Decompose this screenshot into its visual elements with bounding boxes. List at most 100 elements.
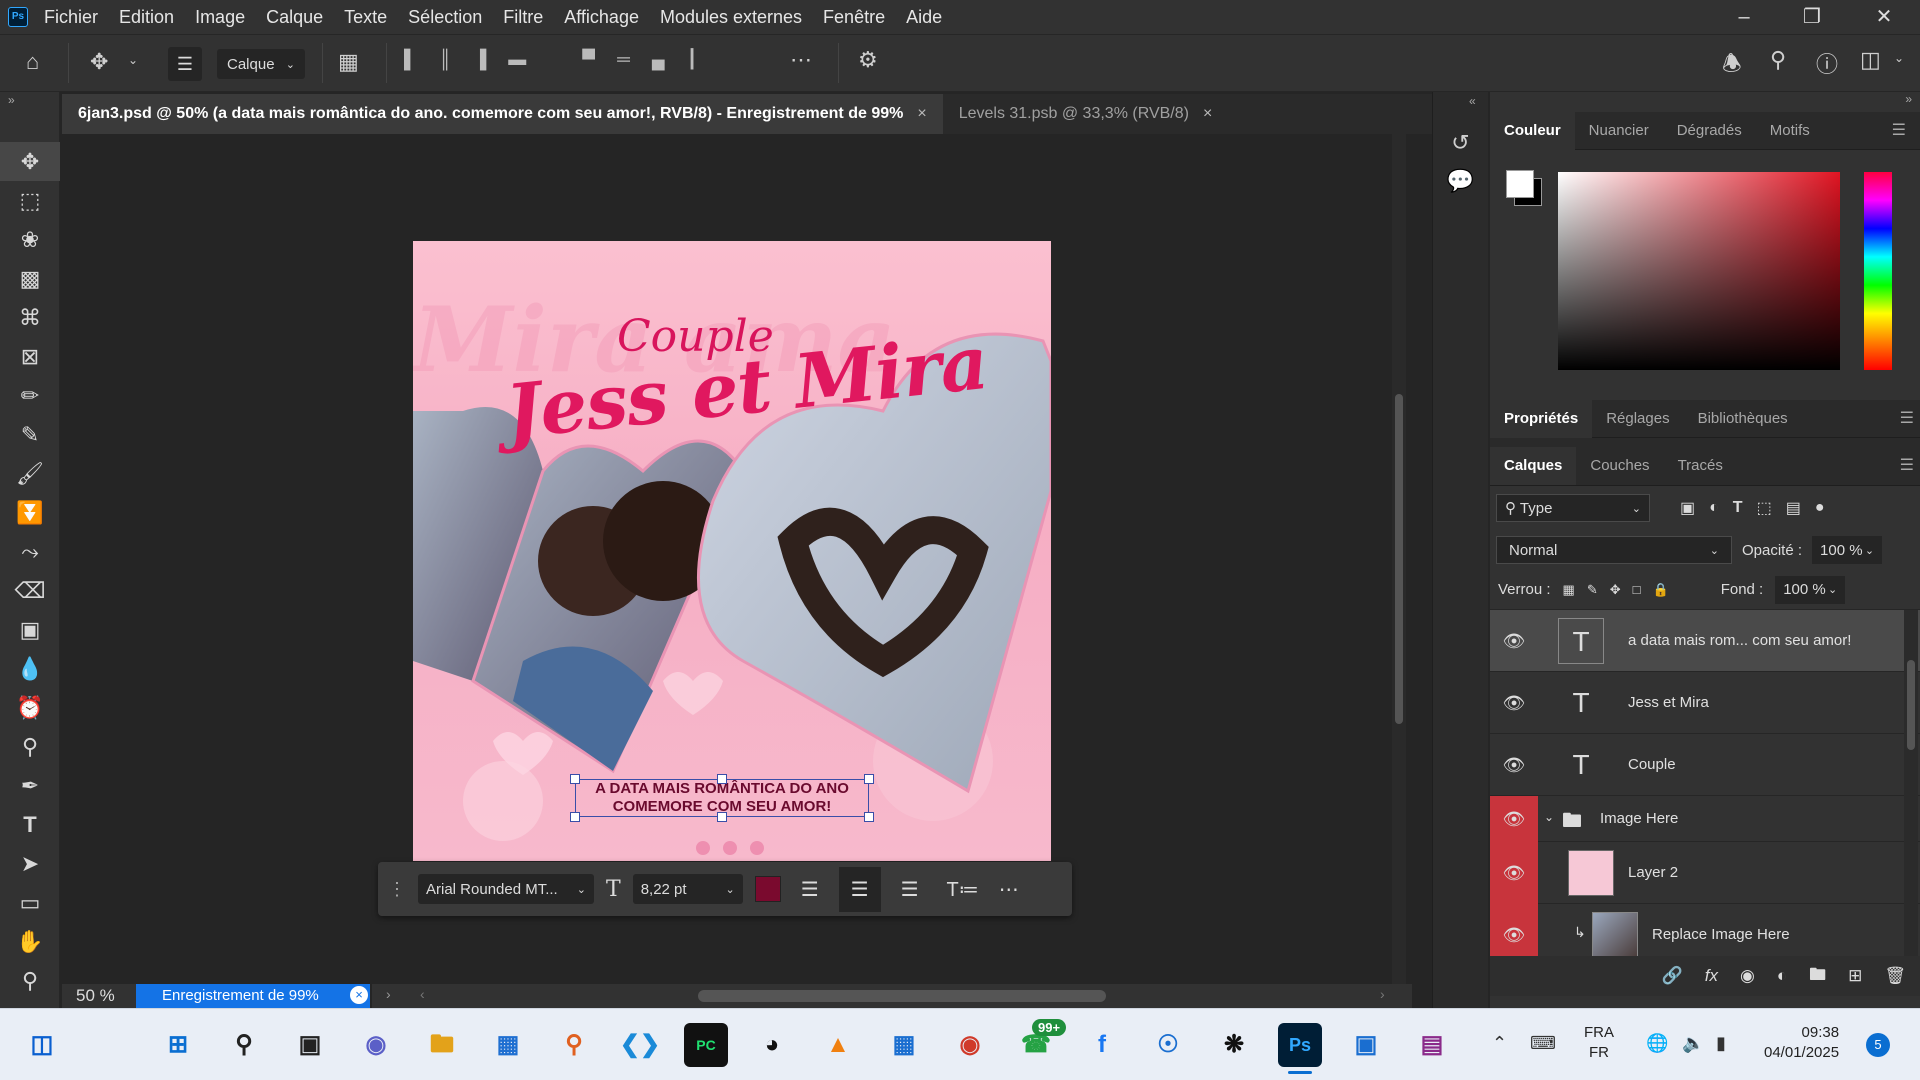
align-text-right-icon[interactable]: ☰	[893, 877, 927, 902]
obs-icon[interactable]: ◕	[750, 1023, 794, 1067]
opacity-field[interactable]: 100 % ⌄	[1812, 536, 1883, 564]
font-size-dropdown[interactable]: 8,22 pt ⌄	[632, 874, 743, 904]
frame-tool-icon[interactable]: ⊠	[0, 337, 60, 376]
notification-count[interactable]: 5	[1866, 1033, 1890, 1057]
gear-icon[interactable]: ⚙	[858, 47, 878, 73]
blur-tool-icon[interactable]: 💧	[0, 649, 60, 688]
horizontal-scrollbar[interactable]	[698, 990, 1106, 1002]
distribute-vertical-icon[interactable]: ┃	[687, 49, 698, 70]
lock-pixels-icon[interactable]: ✎	[1587, 582, 1598, 598]
battery-icon[interactable]: ▮	[1716, 1033, 1726, 1054]
transform-handle[interactable]	[570, 812, 580, 822]
history-brush-icon[interactable]: ⤳	[0, 532, 60, 571]
layer-group-row[interactable]: 👁 ⌄ 🖿 Image Here	[1490, 796, 1920, 842]
align-right-icon[interactable]: ▐	[474, 49, 487, 70]
scroll-right-icon[interactable]: ›	[1380, 986, 1385, 1002]
align-bottom-icon[interactable]: ▄	[652, 49, 665, 70]
path-select-icon[interactable]: ➤	[0, 844, 60, 883]
align-left-icon[interactable]: ▌	[404, 49, 417, 70]
brush-tool-icon[interactable]: 🖌	[0, 454, 60, 493]
fill-field[interactable]: 100 % ⌄	[1775, 575, 1846, 604]
layer-row[interactable]: 👁 Layer 2	[1490, 842, 1920, 904]
filter-adjustment-icon[interactable]: ◐	[1709, 499, 1719, 517]
transform-handle[interactable]	[717, 774, 727, 784]
bell-icon[interactable]: 🕭	[1722, 47, 1742, 85]
comment-icon[interactable]: 💬	[1433, 168, 1488, 194]
fx-icon[interactable]: fx	[1705, 966, 1718, 986]
widgets-icon[interactable]: ◫	[20, 1023, 64, 1067]
blend-mode-dropdown[interactable]: Normal ⌄	[1496, 536, 1732, 564]
collapse-icon[interactable]: «	[1433, 92, 1488, 108]
align-text-center-icon[interactable]: ☰	[838, 866, 881, 912]
winrar-icon[interactable]: ▤	[1410, 1023, 1454, 1067]
transform-handle[interactable]	[864, 812, 874, 822]
rectangle-tool-icon[interactable]: ▭	[0, 883, 60, 922]
align-top-icon[interactable]: ▀	[582, 49, 595, 70]
facebook-icon[interactable]: f	[1080, 1023, 1124, 1067]
history-icon[interactable]: ↺	[1433, 130, 1488, 156]
new-layer-icon[interactable]: ⊞	[1848, 966, 1862, 986]
minimize-button[interactable]: –	[1716, 0, 1772, 34]
panel-menu-icon[interactable]: ☰	[1878, 112, 1920, 150]
zoom-search-icon[interactable]: ⚲	[0, 727, 60, 766]
teams-icon[interactable]: ◉	[354, 1023, 398, 1067]
visibility-eye-icon[interactable]: 👁	[1490, 842, 1538, 904]
foreground-color-swatch[interactable]	[1506, 170, 1534, 198]
cancel-save-icon[interactable]: ×	[350, 986, 368, 1004]
layers-scrollbar[interactable]	[1904, 610, 1918, 956]
healing-brush-icon[interactable]: ✎	[0, 415, 60, 454]
vertical-scrollbar[interactable]	[1392, 134, 1406, 984]
transform-handle[interactable]	[864, 774, 874, 784]
font-family-dropdown[interactable]: Arial Rounded MT... ⌄	[418, 874, 594, 904]
remote-desktop-icon[interactable]: ▣	[1344, 1023, 1388, 1067]
object-select-icon[interactable]: ▩	[0, 259, 60, 298]
text-color-swatch[interactable]	[754, 876, 781, 902]
restore-button[interactable]: ❐	[1784, 0, 1840, 34]
more-options-icon[interactable]: ⋯	[790, 47, 812, 73]
language-indicator[interactable]: FRA FR	[1584, 1023, 1614, 1063]
windows-start-icon[interactable]: ⊞	[156, 1023, 200, 1067]
auto-select-icon[interactable]: ☰	[168, 47, 202, 81]
align-text-left-icon[interactable]: ☰	[793, 877, 827, 902]
zoom-level[interactable]: 50 %	[76, 986, 115, 1006]
scroll-left-icon[interactable]: ‹	[420, 986, 425, 1002]
tab-6jan3[interactable]: 6jan3.psd @ 50% (a data mais romântica d…	[62, 94, 943, 134]
filter-toggle-icon[interactable]: ●	[1815, 499, 1825, 517]
move-tool-icon[interactable]: ✥	[0, 142, 60, 181]
chevron-down-icon[interactable]: ⌄	[1544, 810, 1554, 824]
mask-icon[interactable]: ◉	[1740, 966, 1755, 986]
speedtest-icon[interactable]: ☉	[1146, 1023, 1190, 1067]
visibility-eye-icon[interactable]: 👁	[1490, 610, 1538, 672]
align-hcenter-icon[interactable]: ║	[439, 49, 452, 70]
eraser-icon[interactable]: ⌫	[0, 571, 60, 610]
filter-smart-icon[interactable]: ▤	[1786, 498, 1801, 518]
search-app-icon[interactable]: ⚲	[552, 1023, 596, 1067]
visibility-eye-icon[interactable]: 👁	[1490, 672, 1538, 734]
file-explorer-icon[interactable]: 🖿	[420, 1023, 464, 1067]
layer-row[interactable]: 👁 T a data mais rom... com seu amor!	[1490, 610, 1920, 672]
chevron-down-icon[interactable]: ⌄	[1894, 51, 1904, 65]
chevron-up-icon[interactable]: ⌃	[1492, 1033, 1507, 1054]
hand-tool-icon[interactable]: ✋	[0, 922, 60, 961]
artboard[interactable]: Mira ama Couple Jess et Mira A DATA MAIS…	[413, 241, 1051, 861]
workspace-icon[interactable]: ◫	[1860, 47, 1881, 73]
lock-transparent-icon[interactable]: ▦	[1563, 582, 1575, 598]
distribute-icon[interactable]: ▬	[508, 49, 526, 70]
transform-handle[interactable]	[717, 812, 727, 822]
menu-fichier[interactable]: Fichier	[44, 0, 98, 34]
menu-edition[interactable]: Edition	[119, 0, 174, 34]
saturation-field[interactable]	[1558, 172, 1840, 370]
text-options-icon[interactable]: T≔	[939, 877, 987, 902]
close-window-button[interactable]: ✕	[1856, 0, 1912, 34]
tab-degrades[interactable]: Dégradés	[1663, 112, 1756, 150]
menu-fenetre[interactable]: Fenêtre	[823, 0, 885, 34]
tab-traces[interactable]: Tracés	[1664, 447, 1737, 485]
chevron-down-icon[interactable]: ⌄	[128, 53, 138, 67]
filter-type-icon[interactable]: T	[1733, 499, 1743, 517]
layer-select-dropdown[interactable]: Calque ⌄	[217, 49, 305, 79]
layer-row[interactable]: 👁 ↳ Replace Image Here	[1490, 904, 1920, 956]
trash-icon[interactable]: 🗑	[1884, 966, 1906, 986]
tab-motifs[interactable]: Motifs	[1756, 112, 1824, 150]
apps-grid-icon[interactable]: ▦	[882, 1023, 926, 1067]
search-icon[interactable]: ⚲	[1770, 47, 1786, 73]
